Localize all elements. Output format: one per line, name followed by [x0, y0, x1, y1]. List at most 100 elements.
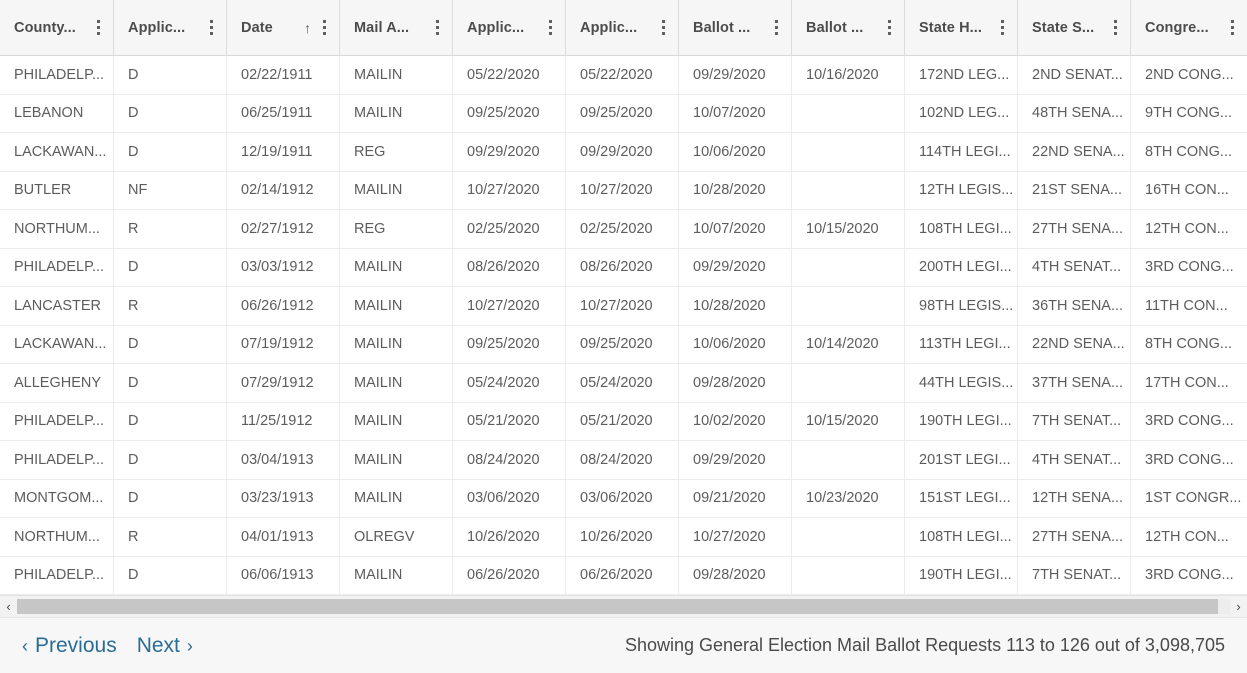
table-cell: 03/23/1913 — [227, 479, 340, 517]
table-cell: 05/24/2020 — [566, 364, 679, 402]
table-cell: MAILIN — [340, 556, 453, 594]
kebab-menu-icon[interactable] — [1225, 19, 1239, 37]
table-cell: ALLEGHENY — [0, 364, 114, 402]
column-header-5[interactable]: Applic... — [566, 0, 679, 55]
table-cell: 12TH LEGIS... — [905, 171, 1018, 209]
column-header-10[interactable]: Congre... — [1131, 0, 1247, 55]
scroll-left-arrow-icon[interactable]: ‹ — [0, 596, 17, 617]
table-cell: 09/21/2020 — [679, 479, 792, 517]
chevron-left-icon: ‹ — [22, 635, 28, 656]
table-row[interactable]: NORTHUM... R 04/01/1913 OLREGV 10/26/2020 10/… — [0, 518, 1247, 557]
table-row[interactable]: NORTHUM... R 02/27/1912 REG 02/25/2020 02/25/… — [0, 210, 1247, 249]
column-header-9[interactable]: State S... — [1018, 0, 1131, 55]
table-cell: 48TH SENA... — [1018, 94, 1131, 132]
kebab-menu-icon[interactable] — [204, 19, 218, 37]
table-row[interactable]: LACKAWAN... D 12/19/1911 REG 09/29/2020 09/29… — [0, 133, 1247, 172]
table-cell: D — [114, 441, 227, 479]
scrollbar-track[interactable] — [17, 599, 1230, 614]
table-cell: MAILIN — [340, 56, 453, 94]
column-header-1[interactable]: Applic... — [114, 0, 227, 55]
table-cell: 44TH LEGIS... — [905, 364, 1018, 402]
column-header-7[interactable]: Ballot ... — [792, 0, 905, 55]
table-cell: D — [114, 479, 227, 517]
table-cell: R — [114, 518, 227, 556]
table-cell: 4TH SENAT... — [1018, 248, 1131, 286]
table-cell: LEBANON — [0, 94, 114, 132]
table-cell: 06/26/1912 — [227, 287, 340, 325]
table-row[interactable]: ALLEGHENY D 07/29/1912 MAILIN 05/24/2020 05/2… — [0, 364, 1247, 403]
column-header-label: State S... — [1032, 19, 1095, 36]
table-cell: 10/28/2020 — [679, 287, 792, 325]
table-cell: 09/28/2020 — [679, 556, 792, 594]
table-cell: PHILADELP... — [0, 56, 114, 94]
column-header-6[interactable]: Ballot ... — [679, 0, 792, 55]
column-header-3[interactable]: Mail A... — [340, 0, 453, 55]
table-cell: 08/26/2020 — [566, 248, 679, 286]
kebab-menu-icon[interactable] — [656, 19, 670, 37]
table-cell: 9TH CONG... — [1145, 105, 1233, 122]
table-cell: PHILADELP... — [0, 556, 114, 594]
kebab-menu-icon[interactable] — [430, 19, 444, 37]
table-row[interactable]: LANCASTER R 06/26/1912 MAILIN 10/27/2020 10/2… — [0, 287, 1247, 326]
horizontal-scrollbar[interactable]: ‹ › — [0, 595, 1247, 617]
kebab-menu-icon[interactable] — [543, 19, 557, 37]
table-row[interactable]: LACKAWAN... D 07/19/1912 MAILIN 09/25/2020 09… — [0, 325, 1247, 364]
kebab-menu-icon[interactable] — [91, 19, 105, 37]
column-header-label: Applic... — [128, 19, 186, 36]
column-header-label: State H... — [919, 19, 983, 36]
table-cell: MAILIN — [340, 248, 453, 286]
kebab-menu-icon[interactable] — [995, 19, 1009, 37]
pagination-bar: ‹ Previous Next › Showing General Electi… — [0, 617, 1247, 673]
table-cell: 10/26/2020 — [453, 518, 566, 556]
table-cell: BUTLER — [0, 171, 114, 209]
table-row[interactable]: PHILADELP... D 02/22/1911 MAILIN 05/22/2020 0… — [0, 56, 1247, 95]
table-cell: 05/21/2020 — [453, 402, 566, 440]
kebab-menu-icon[interactable] — [317, 19, 331, 37]
table-cell: 09/29/2020 — [679, 441, 792, 479]
table-cell: PHILADELP... — [0, 441, 114, 479]
table-cell: 10/27/2020 — [453, 287, 566, 325]
table-cell: 16TH CON... — [1145, 182, 1229, 199]
kebab-menu-icon[interactable] — [1108, 19, 1122, 37]
table-cell: 12/19/1911 — [227, 133, 340, 171]
column-header-8[interactable]: State H... — [905, 0, 1018, 55]
table-cell: 02/22/1911 — [227, 56, 340, 94]
table-row[interactable]: PHILADELP... D 03/04/1913 MAILIN 08/24/2020 0… — [0, 441, 1247, 480]
kebab-menu-icon[interactable] — [882, 19, 896, 37]
table-cell: 108TH LEGI... — [905, 210, 1018, 248]
column-header-4[interactable]: Applic... — [453, 0, 566, 55]
scroll-right-arrow-icon[interactable]: › — [1230, 596, 1247, 617]
table-cell: 10/23/2020 — [792, 479, 905, 517]
table-cell: 10/16/2020 — [792, 56, 905, 94]
column-header-0[interactable]: County... — [0, 0, 114, 55]
scrollbar-thumb[interactable] — [17, 599, 1218, 614]
table-cell: 05/22/2020 — [566, 56, 679, 94]
table-cell: 114TH LEGI... — [905, 133, 1018, 171]
previous-page-button[interactable]: ‹ Previous — [22, 634, 117, 658]
table-row[interactable]: BUTLER NF 02/14/1912 MAILIN 10/27/2020 10/27/… — [0, 171, 1247, 210]
table-row[interactable]: PHILADELP... D 06/06/1913 MAILIN 06/26/2020 0… — [0, 556, 1247, 595]
table-cell: D — [114, 94, 227, 132]
table-cell: 3RD CONG... — [1145, 451, 1234, 468]
table-cell: NORTHUM... — [0, 210, 114, 248]
kebab-menu-icon[interactable] — [769, 19, 783, 37]
table-row[interactable]: PHILADELP... D 11/25/1912 MAILIN 05/21/2020 0… — [0, 402, 1247, 441]
table-cell: 11/25/1912 — [227, 402, 340, 440]
table-cell: MAILIN — [340, 287, 453, 325]
table-cell: 37TH SENA... — [1018, 364, 1131, 402]
table-cell: 22ND SENA... — [1018, 133, 1131, 171]
table-row[interactable]: MONTGOM... D 03/23/1913 MAILIN 03/06/2020 03/… — [0, 479, 1247, 518]
column-header-2[interactable]: Date ↑ — [227, 0, 340, 55]
sort-ascending-icon[interactable]: ↑ — [304, 21, 311, 35]
next-page-button[interactable]: Next › — [137, 634, 193, 658]
table-cell: R — [114, 210, 227, 248]
table-row[interactable]: PHILADELP... D 03/03/1912 MAILIN 08/26/2020 0… — [0, 248, 1247, 287]
table-cell: D — [114, 56, 227, 94]
table-row[interactable]: LEBANON D 06/25/1911 MAILIN 09/25/2020 09/25/… — [0, 94, 1247, 133]
grid-header-row: County... Applic... Date ↑ Mail A... Applic..… — [0, 0, 1247, 56]
table-cell: MONTGOM... — [0, 479, 114, 517]
table-cell — [792, 518, 905, 556]
table-cell: 02/25/2020 — [453, 210, 566, 248]
table-cell: 10/28/2020 — [679, 171, 792, 209]
table-cell: 09/29/2020 — [679, 248, 792, 286]
